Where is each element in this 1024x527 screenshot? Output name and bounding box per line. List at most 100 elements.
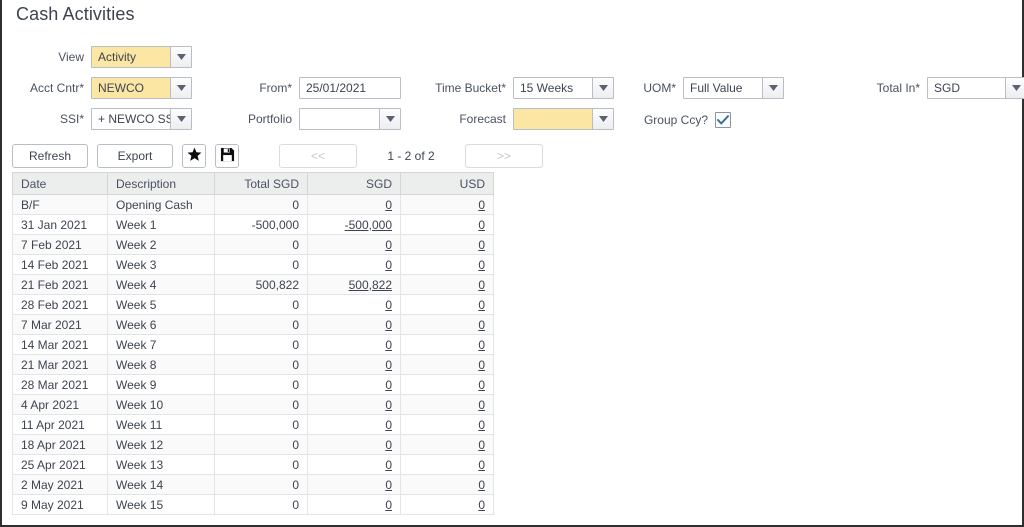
cell-sgd[interactable]: 0 (307, 314, 401, 335)
cell-usd-link[interactable]: 0 (478, 218, 485, 232)
ssi-dropdown[interactable]: + NEWCO SSI (91, 108, 192, 130)
cell-usd[interactable]: 0 (400, 214, 494, 235)
cell-usd[interactable]: 0 (400, 434, 494, 455)
chevron-down-icon[interactable] (762, 78, 783, 98)
cell-sgd[interactable]: 0 (307, 414, 401, 435)
group-ccy-checkbox[interactable] (715, 112, 731, 128)
cell-usd-link[interactable]: 0 (478, 418, 485, 432)
total-in-dropdown[interactable]: SGD (927, 77, 1024, 99)
chevron-down-icon[interactable] (379, 109, 400, 129)
cell-sgd-link[interactable]: 0 (385, 258, 392, 272)
cell-sgd[interactable]: 500,822 (307, 274, 401, 295)
cell-usd-link[interactable]: 0 (478, 298, 485, 312)
cell-usd-link[interactable]: 0 (478, 478, 485, 492)
column-header-usd[interactable]: USD (400, 172, 494, 195)
cell-usd[interactable]: 0 (400, 194, 494, 215)
cell-description: Week 9 (107, 374, 215, 395)
cell-sgd[interactable]: 0 (307, 474, 401, 495)
uom-dropdown[interactable]: Full Value (683, 77, 784, 99)
cell-sgd-link[interactable]: 0 (385, 338, 392, 352)
cell-sgd-link[interactable]: 0 (385, 418, 392, 432)
chevron-down-icon[interactable] (1005, 78, 1024, 98)
chevron-down-icon[interactable] (592, 78, 613, 98)
cell-sgd-link[interactable]: 0 (385, 438, 392, 452)
cell-usd-link[interactable]: 0 (478, 498, 485, 512)
cell-sgd-link[interactable]: 0 (385, 458, 392, 472)
table-body: B/F Opening Cash 0 0 0 31 Jan 2021 Week 1 -500,… (12, 194, 494, 515)
column-header-description[interactable]: Description (107, 172, 215, 195)
table-row: 21 Feb 2021 Week 4 500,822 500,822 0 (12, 274, 494, 295)
from-date-input[interactable]: 25/01/2021 (299, 77, 401, 99)
cell-usd-link[interactable]: 0 (478, 358, 485, 372)
cell-sgd-link[interactable]: 0 (385, 318, 392, 332)
cell-usd[interactable]: 0 (400, 394, 494, 415)
cell-sgd-link[interactable]: 0 (385, 298, 392, 312)
cell-sgd-link[interactable]: 0 (385, 498, 392, 512)
cell-usd[interactable]: 0 (400, 354, 494, 375)
column-header-date[interactable]: Date (12, 172, 108, 195)
cell-usd[interactable]: 0 (400, 314, 494, 335)
cell-usd-link[interactable]: 0 (478, 338, 485, 352)
cell-sgd-link[interactable]: 0 (385, 358, 392, 372)
forecast-dropdown[interactable] (513, 108, 614, 130)
cell-usd-link[interactable]: 0 (478, 278, 485, 292)
cell-usd-link[interactable]: 0 (478, 458, 485, 472)
cell-description: Week 4 (107, 274, 215, 295)
save-button[interactable] (215, 144, 239, 168)
cell-usd[interactable]: 0 (400, 414, 494, 435)
cell-sgd-link[interactable]: 0 (385, 398, 392, 412)
cell-sgd[interactable]: 0 (307, 234, 401, 255)
cell-sgd[interactable]: 0 (307, 294, 401, 315)
cell-usd-link[interactable]: 0 (478, 398, 485, 412)
cell-sgd[interactable]: 0 (307, 354, 401, 375)
cell-usd-link[interactable]: 0 (478, 198, 485, 212)
cell-sgd[interactable]: 0 (307, 494, 401, 515)
cell-sgd[interactable]: 0 (307, 454, 401, 475)
portfolio-dropdown[interactable] (299, 108, 401, 130)
cell-usd-link[interactable]: 0 (478, 238, 485, 252)
chevron-down-icon[interactable] (170, 109, 191, 129)
cell-usd[interactable]: 0 (400, 234, 494, 255)
cell-sgd-link[interactable]: 0 (385, 198, 392, 212)
cell-sgd-link[interactable]: 500,822 (349, 278, 392, 292)
cell-sgd[interactable]: 0 (307, 194, 401, 215)
cell-sgd[interactable]: 0 (307, 394, 401, 415)
chevron-down-icon[interactable] (170, 47, 191, 67)
acct-cntr-dropdown[interactable]: NEWCO (91, 77, 192, 99)
cell-sgd[interactable]: 0 (307, 434, 401, 455)
time-bucket-dropdown[interactable]: 15 Weeks (513, 77, 614, 99)
cell-usd-link[interactable]: 0 (478, 378, 485, 392)
cell-usd[interactable]: 0 (400, 294, 494, 315)
cell-usd[interactable]: 0 (400, 274, 494, 295)
next-page-button[interactable]: >> (465, 144, 543, 168)
total-in-value: SGD (934, 81, 961, 95)
chevron-down-icon[interactable] (592, 109, 613, 129)
export-button[interactable]: Export (97, 144, 173, 168)
cell-usd[interactable]: 0 (400, 494, 494, 515)
cell-usd-link[interactable]: 0 (478, 258, 485, 272)
cell-sgd-link[interactable]: 0 (385, 378, 392, 392)
cell-usd-link[interactable]: 0 (478, 318, 485, 332)
cell-usd-link[interactable]: 0 (478, 438, 485, 452)
column-header-total-sgd[interactable]: Total SGD (214, 172, 308, 195)
cell-usd[interactable]: 0 (400, 334, 494, 355)
cell-usd[interactable]: 0 (400, 374, 494, 395)
cell-sgd[interactable]: 0 (307, 254, 401, 275)
chevron-down-icon[interactable] (170, 78, 191, 98)
column-header-sgd[interactable]: SGD (307, 172, 401, 195)
cell-total-sgd: 0 (214, 334, 308, 355)
view-label: View (58, 50, 84, 64)
cell-sgd-link[interactable]: 0 (385, 478, 392, 492)
cell-usd[interactable]: 0 (400, 474, 494, 495)
cell-sgd[interactable]: 0 (307, 334, 401, 355)
cell-sgd[interactable]: 0 (307, 374, 401, 395)
cell-usd[interactable]: 0 (400, 254, 494, 275)
refresh-button[interactable]: Refresh (12, 144, 88, 168)
cell-sgd-link[interactable]: 0 (385, 238, 392, 252)
cell-sgd-link[interactable]: -500,000 (345, 218, 392, 232)
view-dropdown[interactable]: Activity (91, 46, 192, 68)
prev-page-button[interactable]: << (279, 144, 357, 168)
favorite-button[interactable] (182, 144, 206, 168)
cell-sgd[interactable]: -500,000 (307, 214, 401, 235)
cell-usd[interactable]: 0 (400, 454, 494, 475)
